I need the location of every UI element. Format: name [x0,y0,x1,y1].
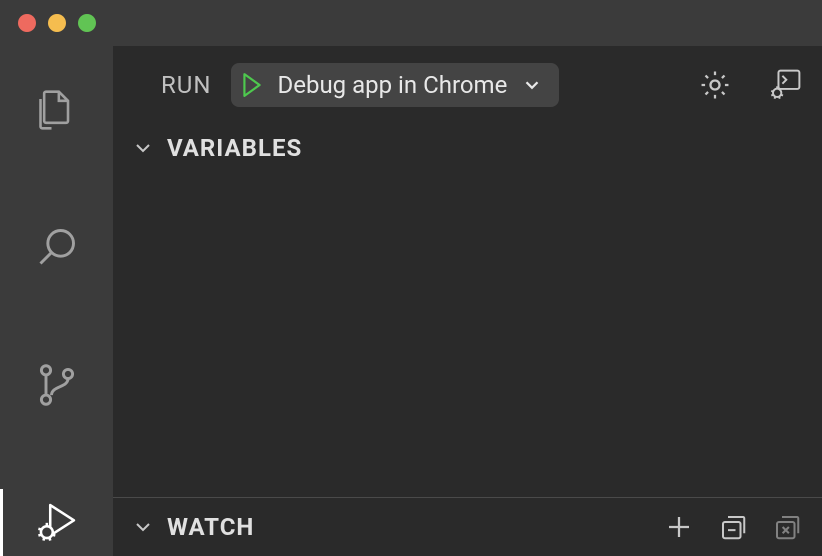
variables-section-body [113,172,822,497]
search-icon [35,225,79,269]
run-label: RUN [161,71,211,99]
files-icon [35,88,79,132]
collapse-all-icon [718,512,748,542]
collapse-all-button[interactable] [718,512,748,542]
minimize-window-button[interactable] [48,14,66,32]
source-control-activity[interactable] [0,351,113,419]
close-window-button[interactable] [18,14,36,32]
debug-sidebar: RUN Debug app in Chrome [113,46,822,556]
plus-icon [664,512,694,542]
run-debug-activity[interactable] [0,489,113,556]
git-branch-icon [35,363,79,407]
remove-all-button[interactable] [772,512,802,542]
debug-config-name: Debug app in Chrome [277,71,507,99]
chevron-down-icon [521,74,543,96]
window-titlebar [0,0,822,46]
watch-section-title: WATCH [167,513,254,541]
maximize-window-button[interactable] [78,14,96,32]
explorer-activity[interactable] [0,76,113,144]
variables-section-header[interactable]: VARIABLES [113,124,822,172]
search-activity[interactable] [0,214,113,282]
chevron-down-icon [131,136,155,160]
play-icon [241,72,263,98]
debug-config-selector[interactable]: Debug app in Chrome [231,63,559,107]
chevron-down-icon [131,515,155,539]
gear-icon [698,68,732,102]
run-debug-icon [35,500,79,544]
activity-bar [0,46,113,556]
close-all-icon [772,512,802,542]
debug-settings-button[interactable] [698,68,732,102]
run-header: RUN Debug app in Chrome [113,46,822,124]
debug-console-icon [768,68,802,102]
watch-section-header[interactable]: WATCH [113,498,822,556]
add-expression-button[interactable] [664,512,694,542]
debug-console-button[interactable] [768,68,802,102]
variables-section-title: VARIABLES [167,134,302,162]
